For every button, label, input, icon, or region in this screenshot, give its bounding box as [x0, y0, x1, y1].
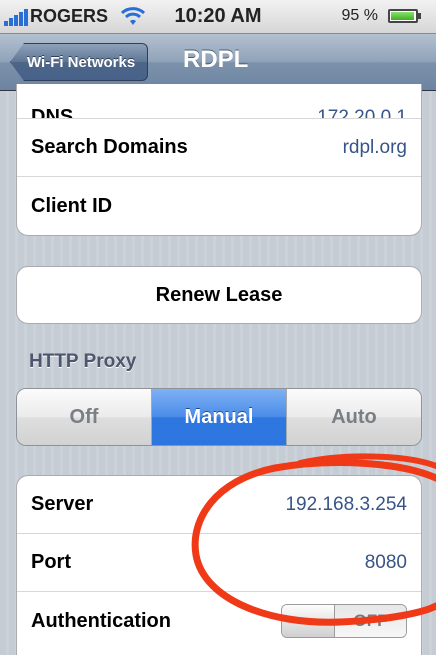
port-field[interactable]: 8080	[365, 552, 407, 574]
segment-manual[interactable]: Manual	[152, 389, 287, 445]
battery-percentage: 95 %	[341, 7, 378, 24]
search-domains-label: Search Domains	[31, 136, 188, 158]
authentication-label: Authentication	[31, 609, 171, 632]
segment-off[interactable]: Off	[17, 389, 152, 445]
server-label: Server	[31, 493, 94, 515]
client-id-row[interactable]: Client ID	[17, 177, 421, 235]
port-label: Port	[31, 551, 71, 573]
dns-label: DNS	[31, 106, 74, 119]
navigation-bar: Wi-Fi Networks RDPL	[0, 34, 436, 91]
search-domains-row: Search Domains rdpl.org	[17, 119, 421, 177]
status-bar: ROGERS 10:20 AM 95 %	[0, 0, 436, 34]
http-proxy-segmented-control: Off Manual Auto	[16, 388, 422, 446]
battery-icon	[388, 9, 421, 23]
authentication-row: Authentication OFF	[17, 592, 421, 650]
proxy-settings-group: Server 192.168.3.254 Port 8080 Authentic…	[16, 475, 422, 655]
authentication-toggle[interactable]: OFF	[281, 604, 407, 638]
back-button-wifi-networks[interactable]: Wi-Fi Networks	[10, 43, 149, 81]
port-row[interactable]: Port 8080	[17, 534, 421, 592]
dns-row: DNS 172.20.0.1	[17, 84, 421, 119]
server-row[interactable]: Server 192.168.3.254	[17, 476, 421, 534]
search-domains-value: rdpl.org	[342, 136, 407, 158]
page-title: RDPL	[183, 46, 249, 73]
http-proxy-header: HTTP Proxy	[29, 351, 137, 372]
segment-auto[interactable]: Auto	[287, 389, 421, 445]
dns-value: 172.20.0.1	[317, 107, 407, 119]
server-field[interactable]: 192.168.3.254	[285, 494, 407, 516]
client-id-label: Client ID	[31, 194, 113, 217]
network-info-group: DNS 172.20.0.1 Search Domains rdpl.org C…	[16, 84, 422, 236]
toggle-state-label: OFF	[335, 605, 406, 637]
renew-lease-button[interactable]: Renew Lease	[16, 266, 422, 324]
toggle-knob[interactable]	[282, 605, 335, 637]
